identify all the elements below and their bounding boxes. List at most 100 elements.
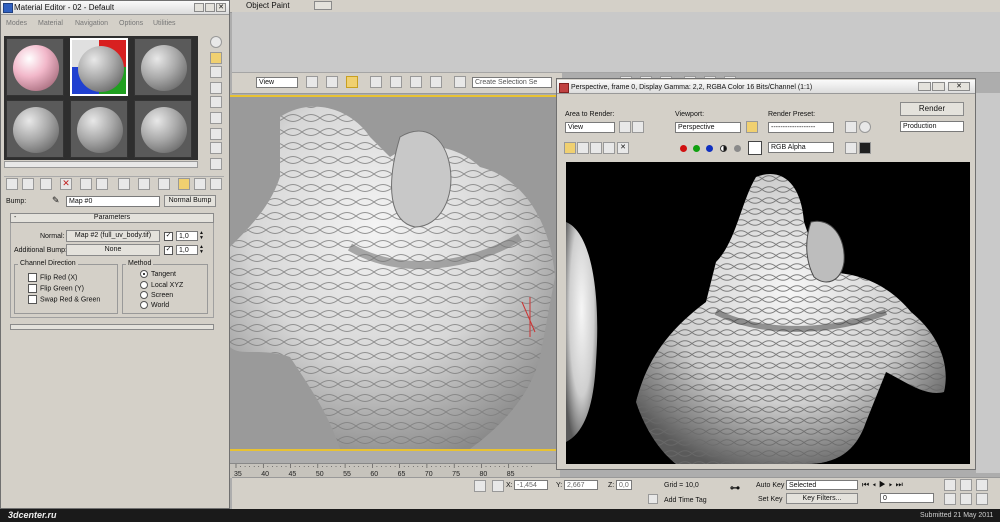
normal-enable-checkbox[interactable]: ✓ [164, 232, 176, 241]
add-time-tag-button[interactable]: Add Time Tag [664, 497, 707, 504]
render-setup-icon[interactable] [845, 121, 857, 133]
reset-map-icon[interactable]: ✕ [60, 178, 72, 190]
eyedropper-icon[interactable]: ✎ [52, 195, 64, 205]
maximize-button[interactable] [205, 3, 215, 12]
get-material-icon[interactable] [6, 178, 18, 190]
angle-snap-icon[interactable] [390, 76, 402, 88]
lock-selection-icon[interactable] [474, 480, 486, 492]
render-maximize-button[interactable] [932, 82, 945, 91]
additional-enable-checkbox[interactable]: ✓ [164, 246, 176, 255]
auto-region-icon[interactable] [632, 121, 644, 133]
key-icon[interactable]: ⊶ [730, 484, 746, 494]
additional-spinner-arrows[interactable]: ▲ ▼ [199, 245, 206, 255]
playback-controls[interactable]: ⏮◂▶▸⏭ [862, 480, 942, 490]
spinner-snap-icon[interactable] [430, 76, 442, 88]
selection-set-field[interactable]: Create Selection Se [472, 77, 552, 88]
slots-scrollbar[interactable] [4, 161, 198, 168]
sample-slot-2[interactable] [70, 38, 128, 96]
edit-region-icon[interactable] [619, 121, 631, 133]
set-key-button[interactable]: Set Key [758, 496, 783, 503]
toggle-ui-overlay-icon[interactable] [845, 142, 857, 154]
nav-pan-icon[interactable] [960, 493, 972, 505]
menu-material[interactable]: Material [38, 20, 63, 27]
menu-navigation[interactable]: Navigation [75, 20, 108, 27]
assign-to-selection-icon[interactable] [40, 178, 52, 190]
parameters-rollout-header[interactable]: - Parameters [10, 213, 214, 223]
monochrome-icon[interactable] [734, 145, 741, 152]
y-coordinate-field[interactable]: 2,667 [564, 480, 598, 490]
flip-red-checkbox[interactable]: Flip Red (X) [28, 273, 77, 282]
time-tag-icon[interactable] [648, 494, 658, 504]
select-by-material-icon[interactable] [210, 142, 222, 154]
sample-slot-5[interactable] [70, 100, 128, 158]
view-dropdown[interactable]: View [256, 77, 298, 88]
viewport-lock-icon[interactable] [746, 121, 758, 133]
collapsed-rollout[interactable] [10, 324, 214, 330]
sample-type-icon[interactable] [210, 36, 222, 48]
show-end-result-icon[interactable] [158, 178, 170, 190]
method-local-xyz-radio[interactable]: Local XYZ [140, 281, 183, 289]
z-coordinate-field[interactable]: 0,0 [616, 480, 632, 490]
environment-icon[interactable] [859, 121, 871, 133]
object-paint-dropdown[interactable] [314, 1, 332, 10]
render-minimize-button[interactable] [918, 82, 931, 91]
options-icon[interactable] [210, 128, 222, 140]
current-frame-field[interactable]: 0 [880, 493, 934, 503]
normal-map-button[interactable]: Map #2 (full_uv_body.tif) [66, 230, 160, 242]
menu-modes[interactable]: Modes [6, 20, 27, 27]
additional-amount-spinner[interactable]: 1,0 [176, 245, 198, 255]
pivot-icon[interactable] [306, 76, 318, 88]
sample-slot-1[interactable] [6, 38, 64, 96]
minimize-button[interactable] [194, 3, 204, 12]
color-swatch[interactable] [748, 141, 762, 155]
make-unique-icon[interactable] [80, 178, 92, 190]
nav-orbit-icon[interactable] [976, 493, 988, 505]
viewport-dropdown[interactable]: Perspective [675, 122, 741, 133]
make-preview-icon[interactable] [210, 112, 222, 124]
green-channel-icon[interactable] [693, 145, 700, 152]
material-map-navigator-icon[interactable] [210, 158, 222, 170]
blue-channel-icon[interactable] [706, 145, 713, 152]
clone-window-icon[interactable] [590, 142, 602, 154]
flip-green-checkbox[interactable]: Flip Green (Y) [28, 284, 84, 293]
render-close-button[interactable]: ✕ [948, 82, 970, 91]
background-icon[interactable] [210, 66, 222, 78]
material-id-icon[interactable] [118, 178, 130, 190]
uv-tiling-icon[interactable] [210, 82, 222, 94]
method-screen-radio[interactable]: Screen [140, 291, 173, 299]
close-button[interactable]: ✕ [216, 3, 226, 12]
sample-slot-3[interactable] [134, 38, 192, 96]
percent-snap-icon[interactable] [410, 76, 422, 88]
video-color-check-icon[interactable] [210, 96, 222, 108]
timeline-track[interactable]: 35 40 45 50 55 60 65 70 75 80 85 [230, 463, 560, 478]
go-to-parent-icon[interactable] [178, 178, 190, 190]
sample-slot-4[interactable] [6, 100, 64, 158]
backlight-icon[interactable] [210, 52, 222, 64]
key-filters-button[interactable]: Key Filters... [786, 493, 858, 504]
selected-dropdown[interactable]: Selected [786, 480, 858, 490]
normal-spinner-arrows[interactable]: ▲ ▼ [199, 231, 206, 241]
x-coordinate-field[interactable]: -1,454 [514, 480, 548, 490]
put-to-scene-icon[interactable] [22, 178, 34, 190]
method-world-radio[interactable]: World [140, 301, 169, 309]
sample-slot-6[interactable] [134, 100, 192, 158]
display-channel-dropdown[interactable]: RGB Alpha [768, 142, 834, 153]
snaps-toggle-icon[interactable] [370, 76, 382, 88]
production-dropdown[interactable]: Production [900, 121, 964, 132]
swap-red-green-checkbox[interactable]: Swap Red & Green [28, 295, 100, 304]
print-image-icon[interactable] [603, 142, 615, 154]
clear-icon[interactable]: ✕ [617, 142, 629, 154]
go-forward-sibling-icon[interactable] [194, 178, 206, 190]
copy-image-icon[interactable] [577, 142, 589, 154]
normal-amount-spinner[interactable]: 1,0 [176, 231, 198, 241]
object-paint-tab[interactable]: Object Paint [246, 1, 290, 10]
map-name-dropdown[interactable]: Map #0 [66, 196, 160, 207]
normal-bump-button[interactable]: Normal Bump [164, 195, 216, 207]
render-button[interactable]: Render [900, 102, 964, 116]
absolute-mode-icon[interactable] [492, 480, 504, 492]
toggle-ui-icon[interactable] [859, 142, 871, 154]
nav-fov-icon[interactable] [944, 493, 956, 505]
auto-key-button[interactable]: Auto Key [756, 482, 784, 489]
nav-zoom-icon[interactable] [944, 479, 956, 491]
alpha-channel-icon[interactable] [720, 145, 727, 152]
